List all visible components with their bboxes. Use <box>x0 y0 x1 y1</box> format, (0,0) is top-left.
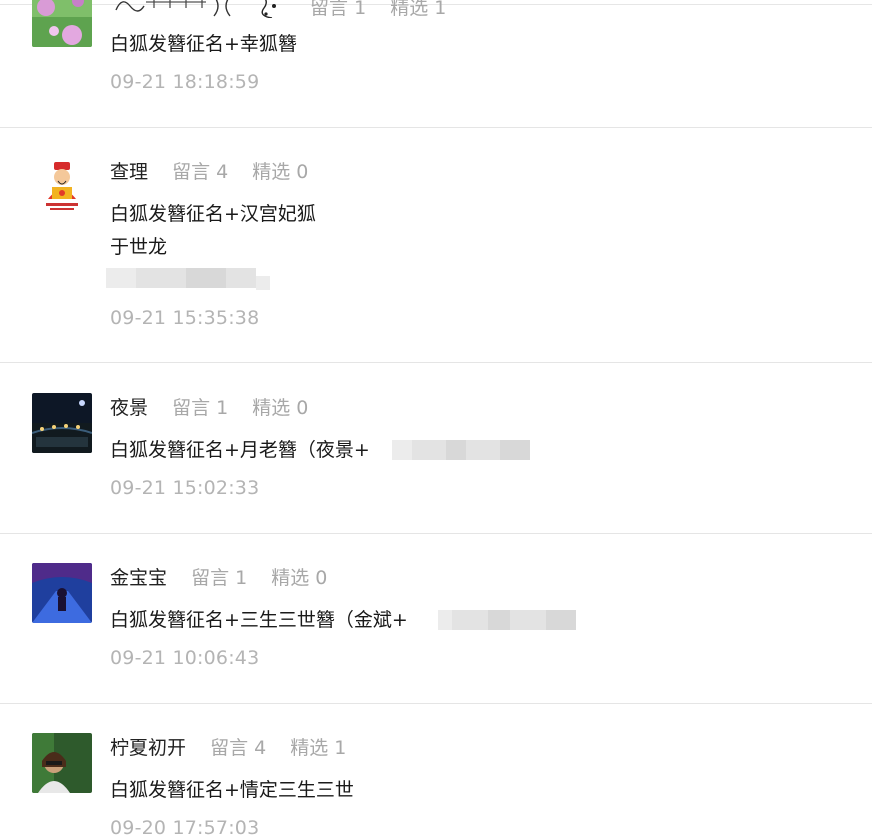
nickname[interactable]: 夜景 <box>110 397 148 419</box>
featured-count: 精选 1 <box>290 737 347 759</box>
comment-time: 09-21 18:18:59 <box>110 71 260 93</box>
messages-count: 留言 4 <box>210 737 267 759</box>
comment-meta: 查理 留言 4 精选 0 <box>110 161 326 183</box>
featured-count: 精选 1 <box>390 0 447 19</box>
messages-count: 留言 1 <box>191 567 248 589</box>
night-scene-avatar[interactable] <box>32 393 92 453</box>
separator <box>0 362 872 363</box>
nickname[interactable]: 金宝宝 <box>110 567 167 589</box>
comment-text: 白狐发簪征名+月老簪（夜景+ <box>110 439 370 461</box>
comment-text: 白狐发簪征名+三生三世簪（金斌+ <box>110 609 408 631</box>
comment-meta: 金宝宝 留言 1 精选 0 <box>110 567 345 589</box>
nickname[interactable]: 柠夏初开 <box>110 737 186 759</box>
comment-time: 09-21 10:06:43 <box>110 647 260 669</box>
messages-count: 留言 1 <box>310 0 367 19</box>
messages-count: 留言 4 <box>172 161 229 183</box>
redacted-text <box>392 434 540 464</box>
separator <box>0 533 872 534</box>
comment-time: 09-21 15:02:33 <box>110 477 260 499</box>
comment-meta: 夜景 留言 1 精选 0 <box>110 397 326 419</box>
separator <box>0 127 872 128</box>
featured-count: 精选 0 <box>252 397 309 419</box>
god-of-wealth-avatar[interactable] <box>32 157 92 217</box>
woman-portrait-avatar[interactable] <box>32 733 92 793</box>
nickname[interactable]: 查理 <box>110 161 148 183</box>
comment-meta: 留言 1 精选 1 <box>110 0 464 19</box>
redacted-text <box>106 262 272 292</box>
featured-count: 精选 0 <box>271 567 328 589</box>
comment-time: 09-20 17:57:03 <box>110 817 260 839</box>
redacted-text <box>438 604 580 634</box>
comment-meta: 柠夏初开 留言 4 精选 1 <box>110 737 364 759</box>
comment-text: 白狐发簪征名+汉宫妃狐 <box>110 203 316 225</box>
separator <box>0 703 872 704</box>
flower-photo-avatar[interactable] <box>32 0 92 47</box>
featured-count: 精选 0 <box>252 161 309 183</box>
comment-time: 09-21 15:35:38 <box>110 307 260 329</box>
nickname-decorative[interactable] <box>110 0 286 18</box>
messages-count: 留言 1 <box>172 397 229 419</box>
comment-text: 白狐发簪征名+情定三生三世 <box>110 779 354 801</box>
comment-text: 白狐发簪征名+幸狐簪 <box>110 33 297 55</box>
comment-text-line2: 于世龙 <box>110 236 168 258</box>
blue-path-avatar[interactable] <box>32 563 92 623</box>
